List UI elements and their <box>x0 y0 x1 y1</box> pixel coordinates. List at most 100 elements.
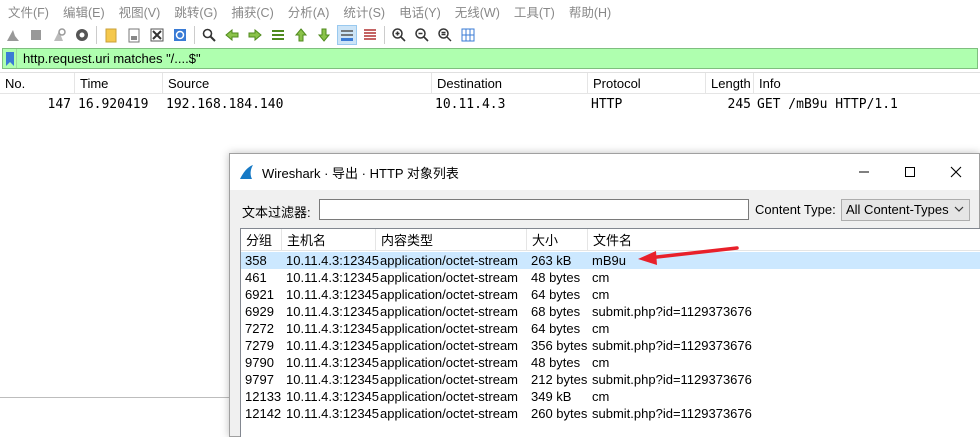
object-row[interactable]: 12142 10.11.4.3:12345 application/octet-st… <box>241 405 980 422</box>
cell-filename: cm <box>592 389 610 404</box>
restart-capture-icon[interactable] <box>50 26 68 44</box>
cell-hostname: 10.11.4.3:12345 <box>286 287 380 302</box>
object-row[interactable]: 358 10.11.4.3:12345 application/octet-stre… <box>241 252 980 269</box>
toolbar-separator <box>96 25 97 44</box>
cell-hostname: 10.11.4.3:12345 <box>286 406 380 421</box>
cell-filename: cm <box>592 321 610 336</box>
go-to-packet-icon[interactable] <box>269 26 287 44</box>
menu-view[interactable]: 视图(V) <box>119 2 161 21</box>
stop-capture-icon[interactable] <box>27 26 45 44</box>
object-row[interactable]: 9797 10.11.4.3:12345 application/octet-str… <box>241 371 980 388</box>
zoom-out-icon[interactable] <box>413 26 431 44</box>
cell-hostname: 10.11.4.3:12345 <box>286 355 380 370</box>
object-row[interactable]: 6929 10.11.4.3:12345 application/octet-str… <box>241 303 980 320</box>
shark-fin-start-icon[interactable] <box>4 26 22 44</box>
menu-file[interactable]: 文件(F) <box>8 2 49 21</box>
display-filter-input[interactable]: http.request.uri matches "/....$" <box>17 51 201 66</box>
close-file-icon[interactable] <box>148 26 166 44</box>
zoom-normal-icon[interactable] <box>436 26 454 44</box>
menu-help[interactable]: 帮助(H) <box>569 2 611 21</box>
cell-packet: 7272 <box>245 321 274 336</box>
cell-content-type: application/octet-stream <box>380 389 519 404</box>
column-header-content-type[interactable]: 内容类型 <box>376 229 527 251</box>
cell-packet: 9790 <box>245 355 274 370</box>
column-header-size[interactable]: 大小 <box>527 229 588 251</box>
save-file-icon[interactable] <box>125 26 143 44</box>
column-header-time[interactable]: Time <box>74 73 162 94</box>
minimize-button[interactable] <box>841 154 887 190</box>
column-header-packet[interactable]: ^ 分组 <box>241 229 282 251</box>
cell-size: 260 bytes <box>531 406 588 421</box>
sort-ascending-icon: ^ <box>258 232 263 242</box>
column-header-info[interactable]: Info <box>753 73 980 94</box>
menu-wireless[interactable]: 无线(W) <box>455 2 500 21</box>
annotation-arrow <box>638 246 739 265</box>
column-header-length[interactable]: Length <box>705 73 753 94</box>
go-first-icon[interactable] <box>292 26 310 44</box>
cell-packet: 6921 <box>245 287 274 302</box>
minimize-icon <box>859 171 869 173</box>
cell-size: 212 bytes <box>531 372 588 387</box>
cell-hostname: 10.11.4.3:12345 <box>286 389 380 404</box>
column-header-hostname[interactable]: 主机名 <box>282 229 376 251</box>
packet-length: 245 <box>727 97 751 112</box>
column-header-source[interactable]: Source <box>162 73 431 94</box>
packet-row[interactable]: 147 16.920419 192.168.184.140 10.11.4.3 … <box>0 95 980 115</box>
object-row[interactable]: 6921 10.11.4.3:12345 application/octet-str… <box>241 286 980 303</box>
menu-telephony[interactable]: 电话(Y) <box>399 2 441 21</box>
cell-size: 263 kB <box>531 253 572 268</box>
cell-content-type: application/octet-stream <box>380 355 519 370</box>
menu-capture[interactable]: 捕获(C) <box>231 2 273 21</box>
resize-columns-icon[interactable] <box>459 26 477 44</box>
cell-size: 64 bytes <box>531 287 581 302</box>
go-last-icon[interactable] <box>315 26 333 44</box>
filter-bookmark-icon[interactable] <box>3 49 17 68</box>
open-file-icon[interactable] <box>102 26 120 44</box>
cell-packet: 461 <box>245 270 267 285</box>
object-row[interactable]: 461 10.11.4.3:12345 application/octet-stre… <box>241 269 980 286</box>
menu-statistics[interactable]: 统计(S) <box>343 2 385 21</box>
cell-packet: 358 <box>245 253 267 268</box>
object-row[interactable]: 9790 10.11.4.3:12345 application/octet-str… <box>241 354 980 371</box>
find-packet-icon[interactable] <box>200 26 218 44</box>
main-toolbar <box>0 22 980 47</box>
dialog-title: Wireshark · 导出 · HTTP 对象列表 <box>262 165 459 181</box>
column-header-no[interactable]: No. <box>0 73 74 94</box>
cell-filename: cm <box>592 270 610 285</box>
cell-content-type: application/octet-stream <box>380 270 519 285</box>
zoom-in-icon[interactable] <box>390 26 408 44</box>
content-type-select[interactable]: All Content-Types <box>841 199 970 221</box>
cell-content-type: application/octet-stream <box>380 338 519 353</box>
close-button[interactable] <box>933 154 979 190</box>
cell-packet: 12142 <box>245 406 282 421</box>
text-filter-input[interactable] <box>319 199 749 220</box>
dialog-titlebar: Wireshark · 导出 · HTTP 对象列表 <box>230 154 979 190</box>
colorize-icon[interactable] <box>361 26 379 44</box>
cell-filename: cm <box>592 287 610 302</box>
capture-options-icon[interactable] <box>73 26 91 44</box>
cell-content-type: application/octet-stream <box>380 304 519 319</box>
autoscroll-icon[interactable] <box>337 24 357 45</box>
export-http-objects-dialog: Wireshark · 导出 · HTTP 对象列表 文本过滤器: Conten… <box>229 153 980 437</box>
packet-no: 147 <box>47 97 71 112</box>
maximize-button[interactable] <box>887 154 933 190</box>
menu-analyze[interactable]: 分析(A) <box>288 2 330 21</box>
menu-bar: 文件(F) 编辑(E) 视图(V) 跳转(G) 捕获(C) 分析(A) 统计(S… <box>0 0 980 22</box>
cell-packet: 9797 <box>245 372 274 387</box>
menu-edit[interactable]: 编辑(E) <box>63 2 105 21</box>
close-icon <box>950 166 962 178</box>
object-row[interactable]: 7279 10.11.4.3:12345 application/octet-str… <box>241 337 980 354</box>
menu-tools[interactable]: 工具(T) <box>514 2 555 21</box>
cell-size: 48 bytes <box>531 270 581 285</box>
menu-go[interactable]: 跳转(G) <box>174 2 217 21</box>
cell-hostname: 10.11.4.3:12345 <box>286 338 380 353</box>
go-forward-icon[interactable] <box>246 26 264 44</box>
object-row[interactable]: 7272 10.11.4.3:12345 application/octet-str… <box>241 320 980 337</box>
cell-size: 356 bytes <box>531 338 588 353</box>
go-back-icon[interactable] <box>223 26 241 44</box>
column-header-protocol[interactable]: Protocol <box>587 73 705 94</box>
object-row[interactable]: 12133 10.11.4.3:12345 application/octet-st… <box>241 388 980 405</box>
column-header-destination[interactable]: Destination <box>431 73 587 94</box>
cell-packet: 12133 <box>245 389 282 404</box>
reload-file-icon[interactable] <box>171 26 189 44</box>
